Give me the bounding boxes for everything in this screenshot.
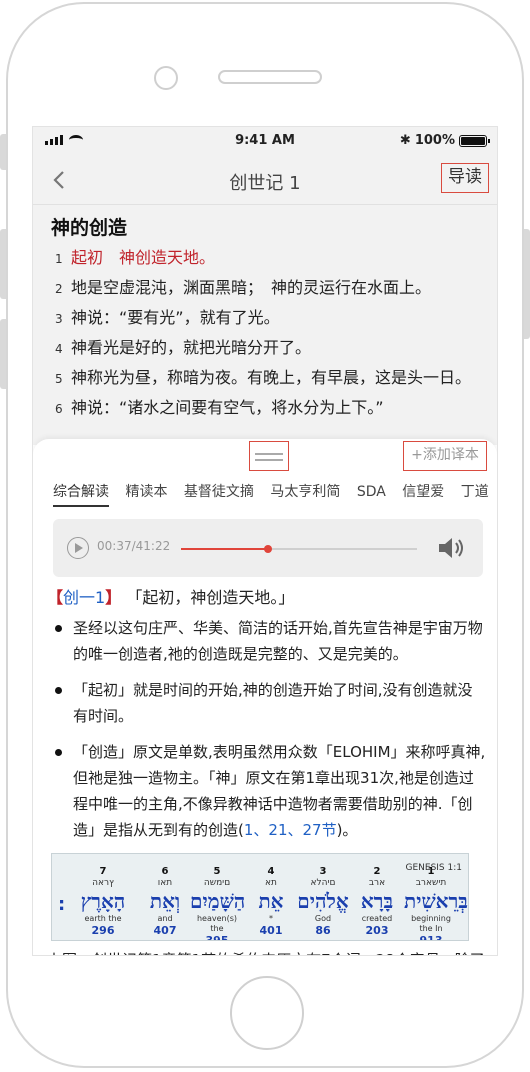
hebrew-word: 3 םיהלא אֱלֹהִים God 86 [297, 866, 349, 937]
verse-text: 神看光是好的，就把光暗分开了。 [71, 338, 312, 357]
figure-caption: 上图：创世记第1章第1节的希伯来原文有7个词、28个字母、除了第4个词是虚词、共… [47, 947, 487, 955]
sof-pasuq: : [58, 894, 66, 915]
battery-percent: 100% [414, 133, 455, 148]
volume-up-button [0, 229, 6, 299]
commentary-content: 【创一1】 「起初，神创造天地。」 圣经以这句庄严、华美、简洁的话开始,首先宣告… [47, 585, 487, 955]
tab-xinwangai[interactable]: 信望爱 [402, 479, 444, 505]
screen: 9:41 AM ✱ 100% 创世记 1 导读 神的创造 1 起初 神创造天地。… [32, 126, 498, 956]
hebrew-verse-figure: GENESIS 1:1 : 1 תישארב בְּרֵאשִׁית beginnin… [51, 853, 469, 941]
hebrew-word: 4 תא אֵת * 401 [258, 866, 284, 937]
audio-player: 00:37/41:22 [53, 519, 483, 577]
hebrew-word: 2 ארב בָּרָא created 203 [360, 866, 394, 937]
verse-text: 神说：“诸水之间要有空气，将水分为上下。” [71, 398, 384, 417]
verse-number: 6 [55, 402, 63, 416]
list-item: 「创造」原文是单数,表明虽然用众数「ELOHIM」来称呼真神,但祂是独一造物主。… [55, 739, 487, 843]
hebrew-word: 6 תאו וְאֵת and 407 [149, 866, 181, 937]
volume-down-button [0, 319, 6, 389]
verse-number: 5 [55, 372, 63, 386]
list-item: 圣经以这句庄严、华美、简洁的话开始,首先宣告神是宇宙万物的唯一创造者,祂的创造既… [55, 615, 487, 667]
verse-item[interactable]: 6 神说：“诸水之间要有空气，将水分为上下。” [51, 396, 483, 420]
commentary-tabs: 综合解读 精读本 基督徒文摘 马太亨利简 SDA 信望爱 丁道 [33, 479, 497, 509]
verse-item[interactable]: 4 神看光是好的，就把光暗分开了。 [51, 336, 483, 360]
camera-icon [154, 66, 178, 90]
hebrew-word: 5 םימשה הַשָּׁמַיִם heaven(s) the 395 [190, 866, 246, 941]
commentary-points: 圣经以这句庄严、华美、简洁的话开始,首先宣告神是宇宙万物的唯一创造者,祂的创造既… [47, 615, 487, 843]
verse-text: 神说：“要有光”，就有了光。 [71, 308, 280, 327]
page-title: 创世记 1 [229, 173, 301, 194]
power-button [524, 229, 530, 339]
verse-item[interactable]: 2 地是空虚混沌，渊面黑暗； 神的灵运行在水面上。 [51, 276, 483, 300]
verse-ref-link[interactable]: 创一1 [63, 588, 105, 607]
play-icon[interactable] [67, 537, 89, 559]
verse-item[interactable]: 5 神称光为昼，称暗为夜。有晚上，有早晨，这是头一日。 [51, 366, 483, 390]
verse-list: 神的创造 1 起初 神创造天地。 2 地是空虚混沌，渊面黑暗； 神的灵运行在水面… [33, 205, 497, 445]
verse-number: 4 [55, 342, 63, 356]
nav-bar: 创世记 1 导读 [33, 155, 497, 205]
speaker-grille [218, 70, 322, 84]
hebrew-word: 1 תישארב בְּרֵאשִׁית beginning the In 913 [404, 866, 468, 941]
verse-text: 起初 神创造天地。 [71, 248, 216, 267]
verse-number: 2 [55, 282, 63, 296]
verse-text: 地是空虚混沌，渊面黑暗； 神的灵运行在水面上。 [71, 278, 432, 297]
tab-study[interactable]: 精读本 [125, 479, 167, 505]
tab-tyndale[interactable]: 丁道 [461, 479, 489, 505]
audio-progress-knob[interactable] [264, 545, 273, 553]
section-heading: 神的创造 [51, 217, 128, 239]
audio-time: 00:37/41:22 [97, 539, 171, 553]
verse-item[interactable]: 1 起初 神创造天地。 [51, 246, 483, 270]
tab-christian-digest[interactable]: 基督徒文摘 [184, 479, 254, 505]
audio-progress-fill [181, 548, 269, 550]
tab-commentary[interactable]: 综合解读 [53, 479, 109, 507]
guide-button[interactable]: 导读 [441, 163, 489, 193]
home-button[interactable] [230, 976, 304, 1050]
add-translation-button[interactable]: +添加译本 [403, 441, 487, 471]
audio-progress-bar[interactable] [181, 545, 417, 553]
commentary-quote: 「起初，神创造天地。」 [126, 588, 295, 607]
hebrew-word: 7 ץראה הָאָרֶץ earth the 296 [80, 866, 126, 937]
verse-text: 神称光为昼，称暗为夜。有晚上，有早晨，这是头一日。 [71, 368, 472, 387]
tab-matthew-henry[interactable]: 马太亨利简 [270, 479, 340, 505]
mute-switch [0, 134, 6, 170]
verse-number: 1 [55, 252, 63, 266]
commentary-heading: 【创一1】 「起初，神创造天地。」 [47, 588, 295, 607]
list-item: 「起初」就是时间的开始,神的创造开始了时间,没有创造就没有时间。 [55, 677, 487, 729]
tab-sda[interactable]: SDA [357, 479, 386, 505]
verse-item[interactable]: 3 神说：“要有光”，就有了光。 [51, 306, 483, 330]
battery-icon [459, 134, 490, 147]
commentary-panel: +添加译本 综合解读 精读本 基督徒文摘 马太亨利简 SDA 信望爱 丁道 00… [33, 439, 497, 955]
drag-handle-icon[interactable] [249, 441, 289, 471]
volume-icon[interactable] [437, 536, 465, 560]
status-bar: 9:41 AM ✱ 100% [33, 127, 497, 155]
bluetooth-icon: ✱ [399, 133, 411, 148]
verse-number: 3 [55, 312, 63, 326]
cross-ref-links[interactable]: 1、21、27节 [244, 821, 337, 839]
